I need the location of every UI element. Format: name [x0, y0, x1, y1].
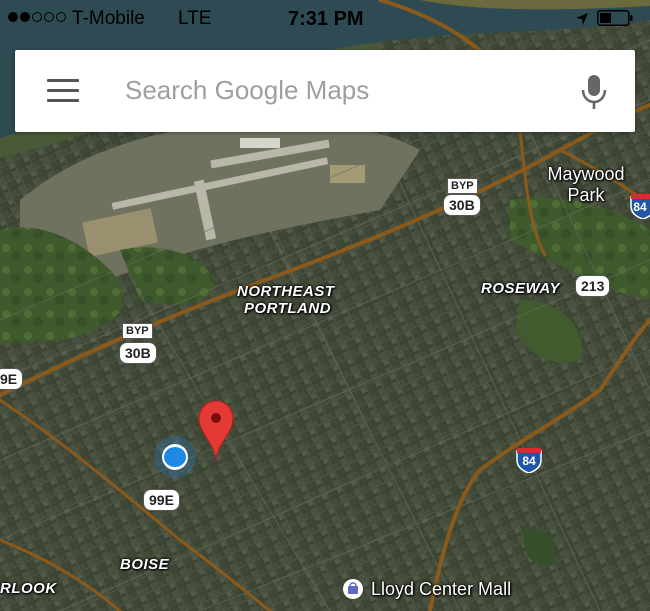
- place-label-maywood-park: Maywood Park: [547, 164, 625, 205]
- route-byp-left: BYP: [122, 323, 153, 339]
- route-30b-top: 30B: [443, 194, 481, 216]
- route-99e-edge: 9E: [0, 368, 24, 390]
- search-input[interactable]: Search Google Maps: [125, 74, 369, 106]
- signal-dot: [44, 12, 54, 22]
- battery-icon: [597, 10, 633, 26]
- network-type: LTE: [178, 8, 212, 29]
- carrier-name: T-Mobile: [72, 8, 145, 29]
- search-bar[interactable]: Search Google Maps: [15, 50, 635, 132]
- route-213: 213: [575, 275, 611, 297]
- neighborhood-label-boise: BOISE: [120, 556, 170, 573]
- signal-dot: [32, 12, 42, 22]
- route-byp-top: BYP: [447, 178, 478, 194]
- neighborhood-label-roseway: ROSEWAY: [481, 280, 561, 297]
- signal-dot: [56, 12, 66, 22]
- shopping-bag-icon: [343, 579, 363, 599]
- poi-lloyd-center-mall[interactable]: Lloyd Center Mall: [343, 578, 511, 600]
- microphone-icon[interactable]: [581, 74, 607, 110]
- neighborhood-label-rlook: RLOOK: [0, 580, 57, 597]
- dropped-pin-marker[interactable]: [197, 400, 235, 462]
- signal-dot: [20, 12, 30, 22]
- my-location-dot-icon: [154, 436, 196, 478]
- neighborhood-label-portland: PORTLAND: [244, 300, 332, 317]
- interstate-84-center: 84: [516, 447, 542, 473]
- route-30b-left: 30B: [119, 342, 157, 364]
- status-bar: T-Mobile LTE 7:31 PM: [0, 0, 650, 40]
- signal-strength-icon: [8, 12, 66, 22]
- neighborhood-label-northeast: NORTHEAST: [237, 283, 335, 300]
- status-time: 7:31 PM: [288, 8, 364, 30]
- interstate-84-edge: 84: [630, 193, 650, 219]
- route-99e-lower: 99E: [143, 489, 180, 511]
- location-services-icon: [576, 13, 588, 25]
- my-location-marker[interactable]: [153, 435, 197, 479]
- map-pin-icon: [198, 400, 234, 462]
- signal-dot: [8, 12, 18, 22]
- hamburger-menu-icon[interactable]: [47, 79, 79, 103]
- poi-label: Lloyd Center Mall: [371, 578, 512, 599]
